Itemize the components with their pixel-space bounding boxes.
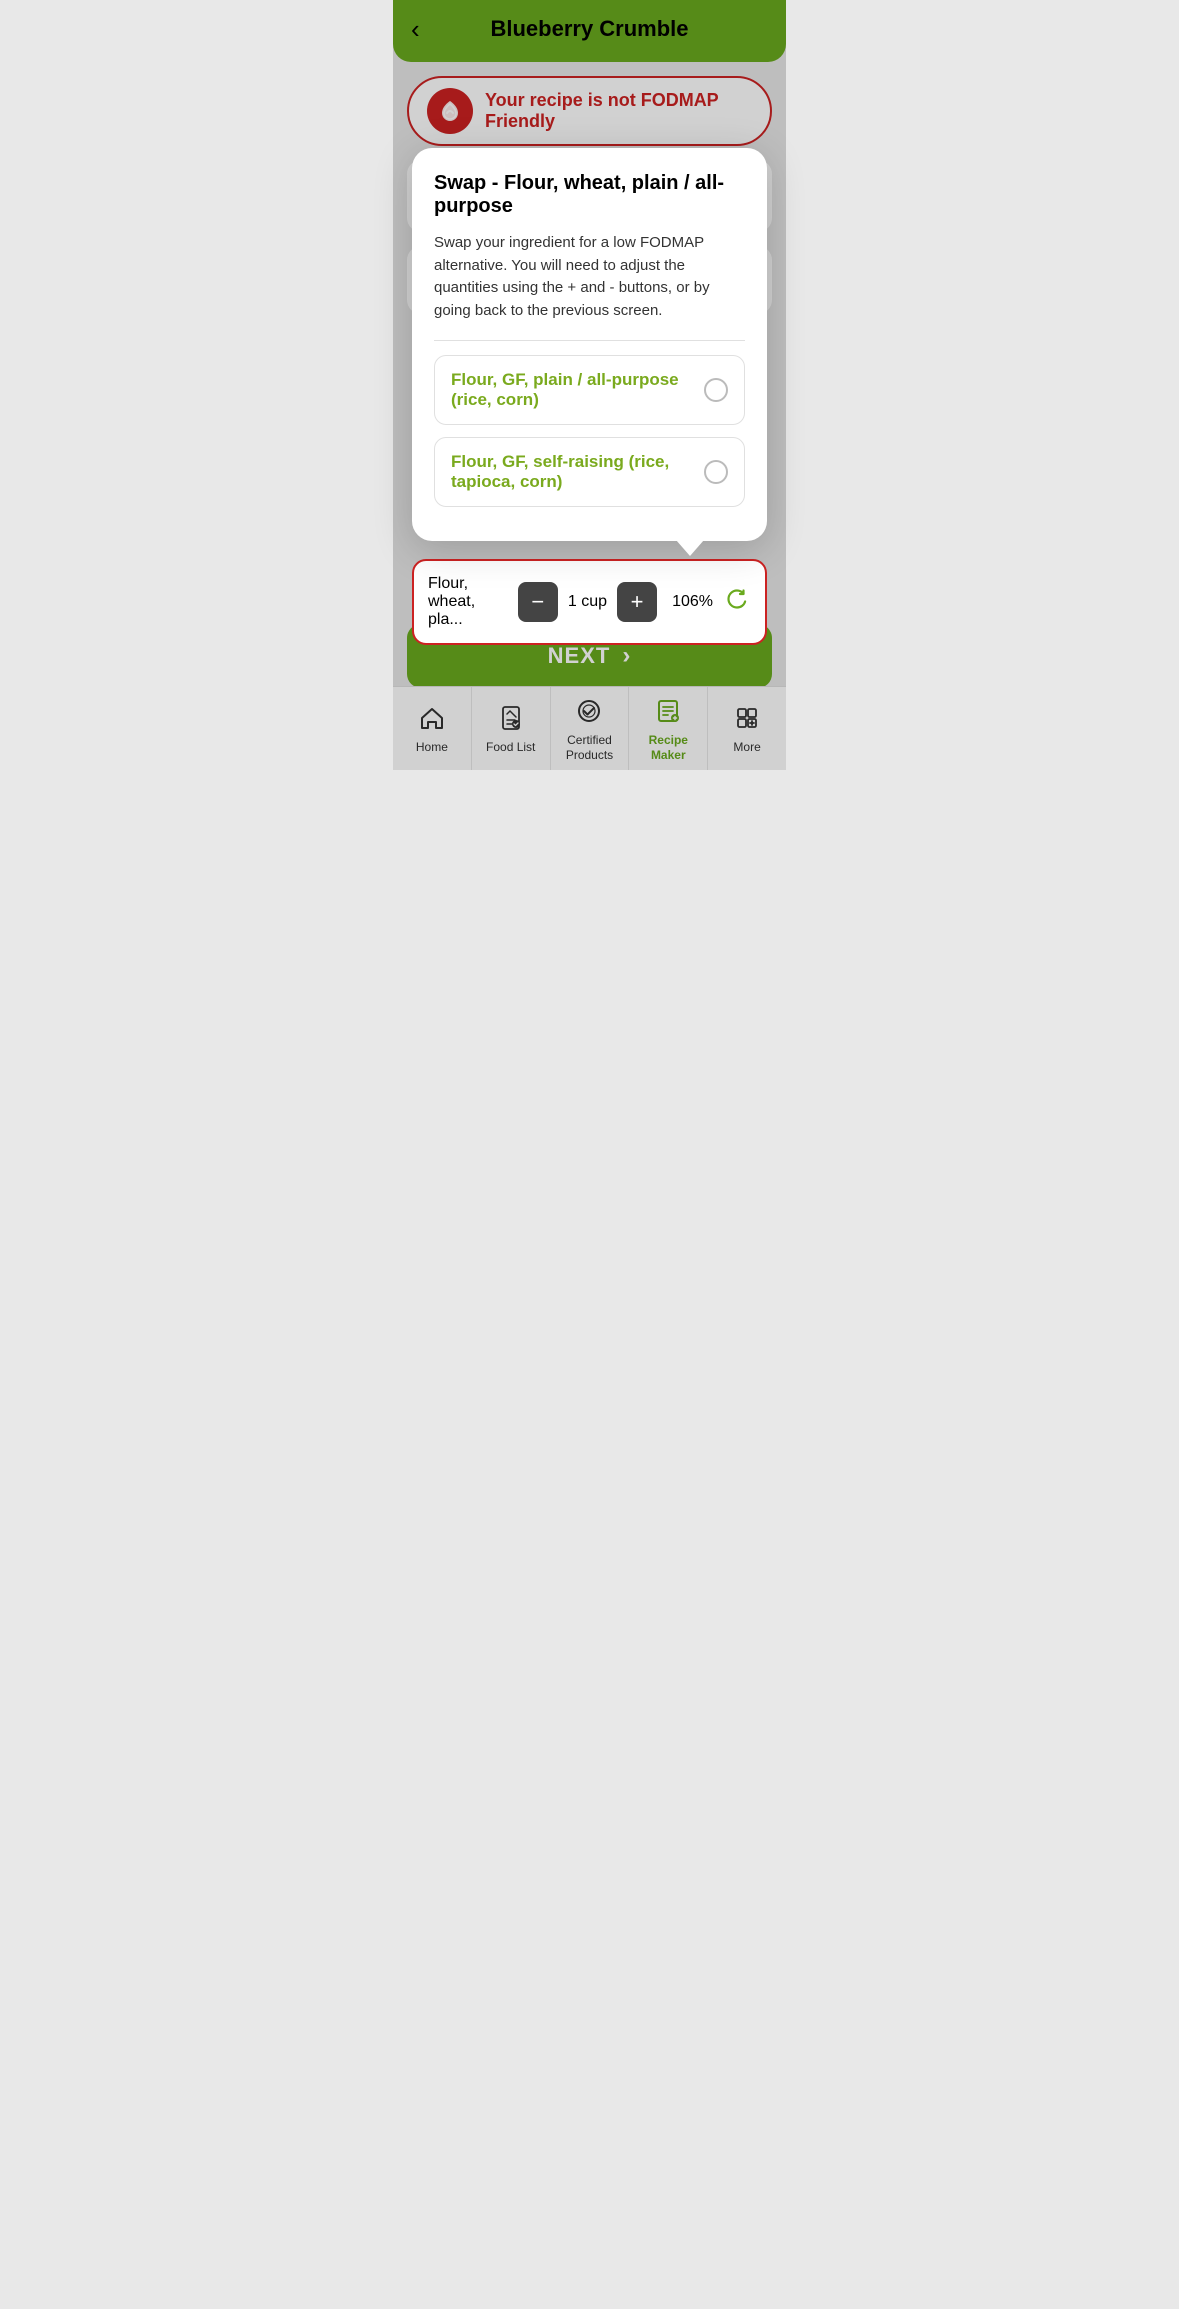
flour-quantity: 1 cup xyxy=(568,593,607,611)
ingredient-row-flour: Flour,wheat, pla... − 1 cup + 106% xyxy=(412,559,767,645)
swap-radio-1[interactable] xyxy=(704,378,728,402)
swap-option-2-label: Flour, GF, self-raising (rice, tapioca, … xyxy=(451,452,694,492)
flour-plus-button[interactable]: + xyxy=(617,582,657,622)
swap-radio-2[interactable] xyxy=(704,460,728,484)
modal-description: Swap your ingredient for a low FODMAP al… xyxy=(434,232,745,322)
swap-refresh-button[interactable] xyxy=(723,585,751,619)
flour-pct: 106% xyxy=(667,593,713,611)
swap-option-1-label: Flour, GF, plain / all-purpose (rice, co… xyxy=(451,370,694,410)
modal-overlay[interactable]: Swap - Flour, wheat, plain / all-purpose… xyxy=(393,0,786,770)
modal-title: Swap - Flour, wheat, plain / all-purpose xyxy=(434,172,745,218)
swap-option-2[interactable]: Flour, GF, self-raising (rice, tapioca, … xyxy=(434,437,745,507)
ingredient-name-flour: Flour,wheat, pla... xyxy=(428,575,508,629)
modal-divider xyxy=(434,340,745,341)
modal-arrow xyxy=(676,540,704,556)
swap-modal: Swap - Flour, wheat, plain / all-purpose… xyxy=(412,148,767,541)
flour-minus-button[interactable]: − xyxy=(518,582,558,622)
swap-option-1[interactable]: Flour, GF, plain / all-purpose (rice, co… xyxy=(434,355,745,425)
